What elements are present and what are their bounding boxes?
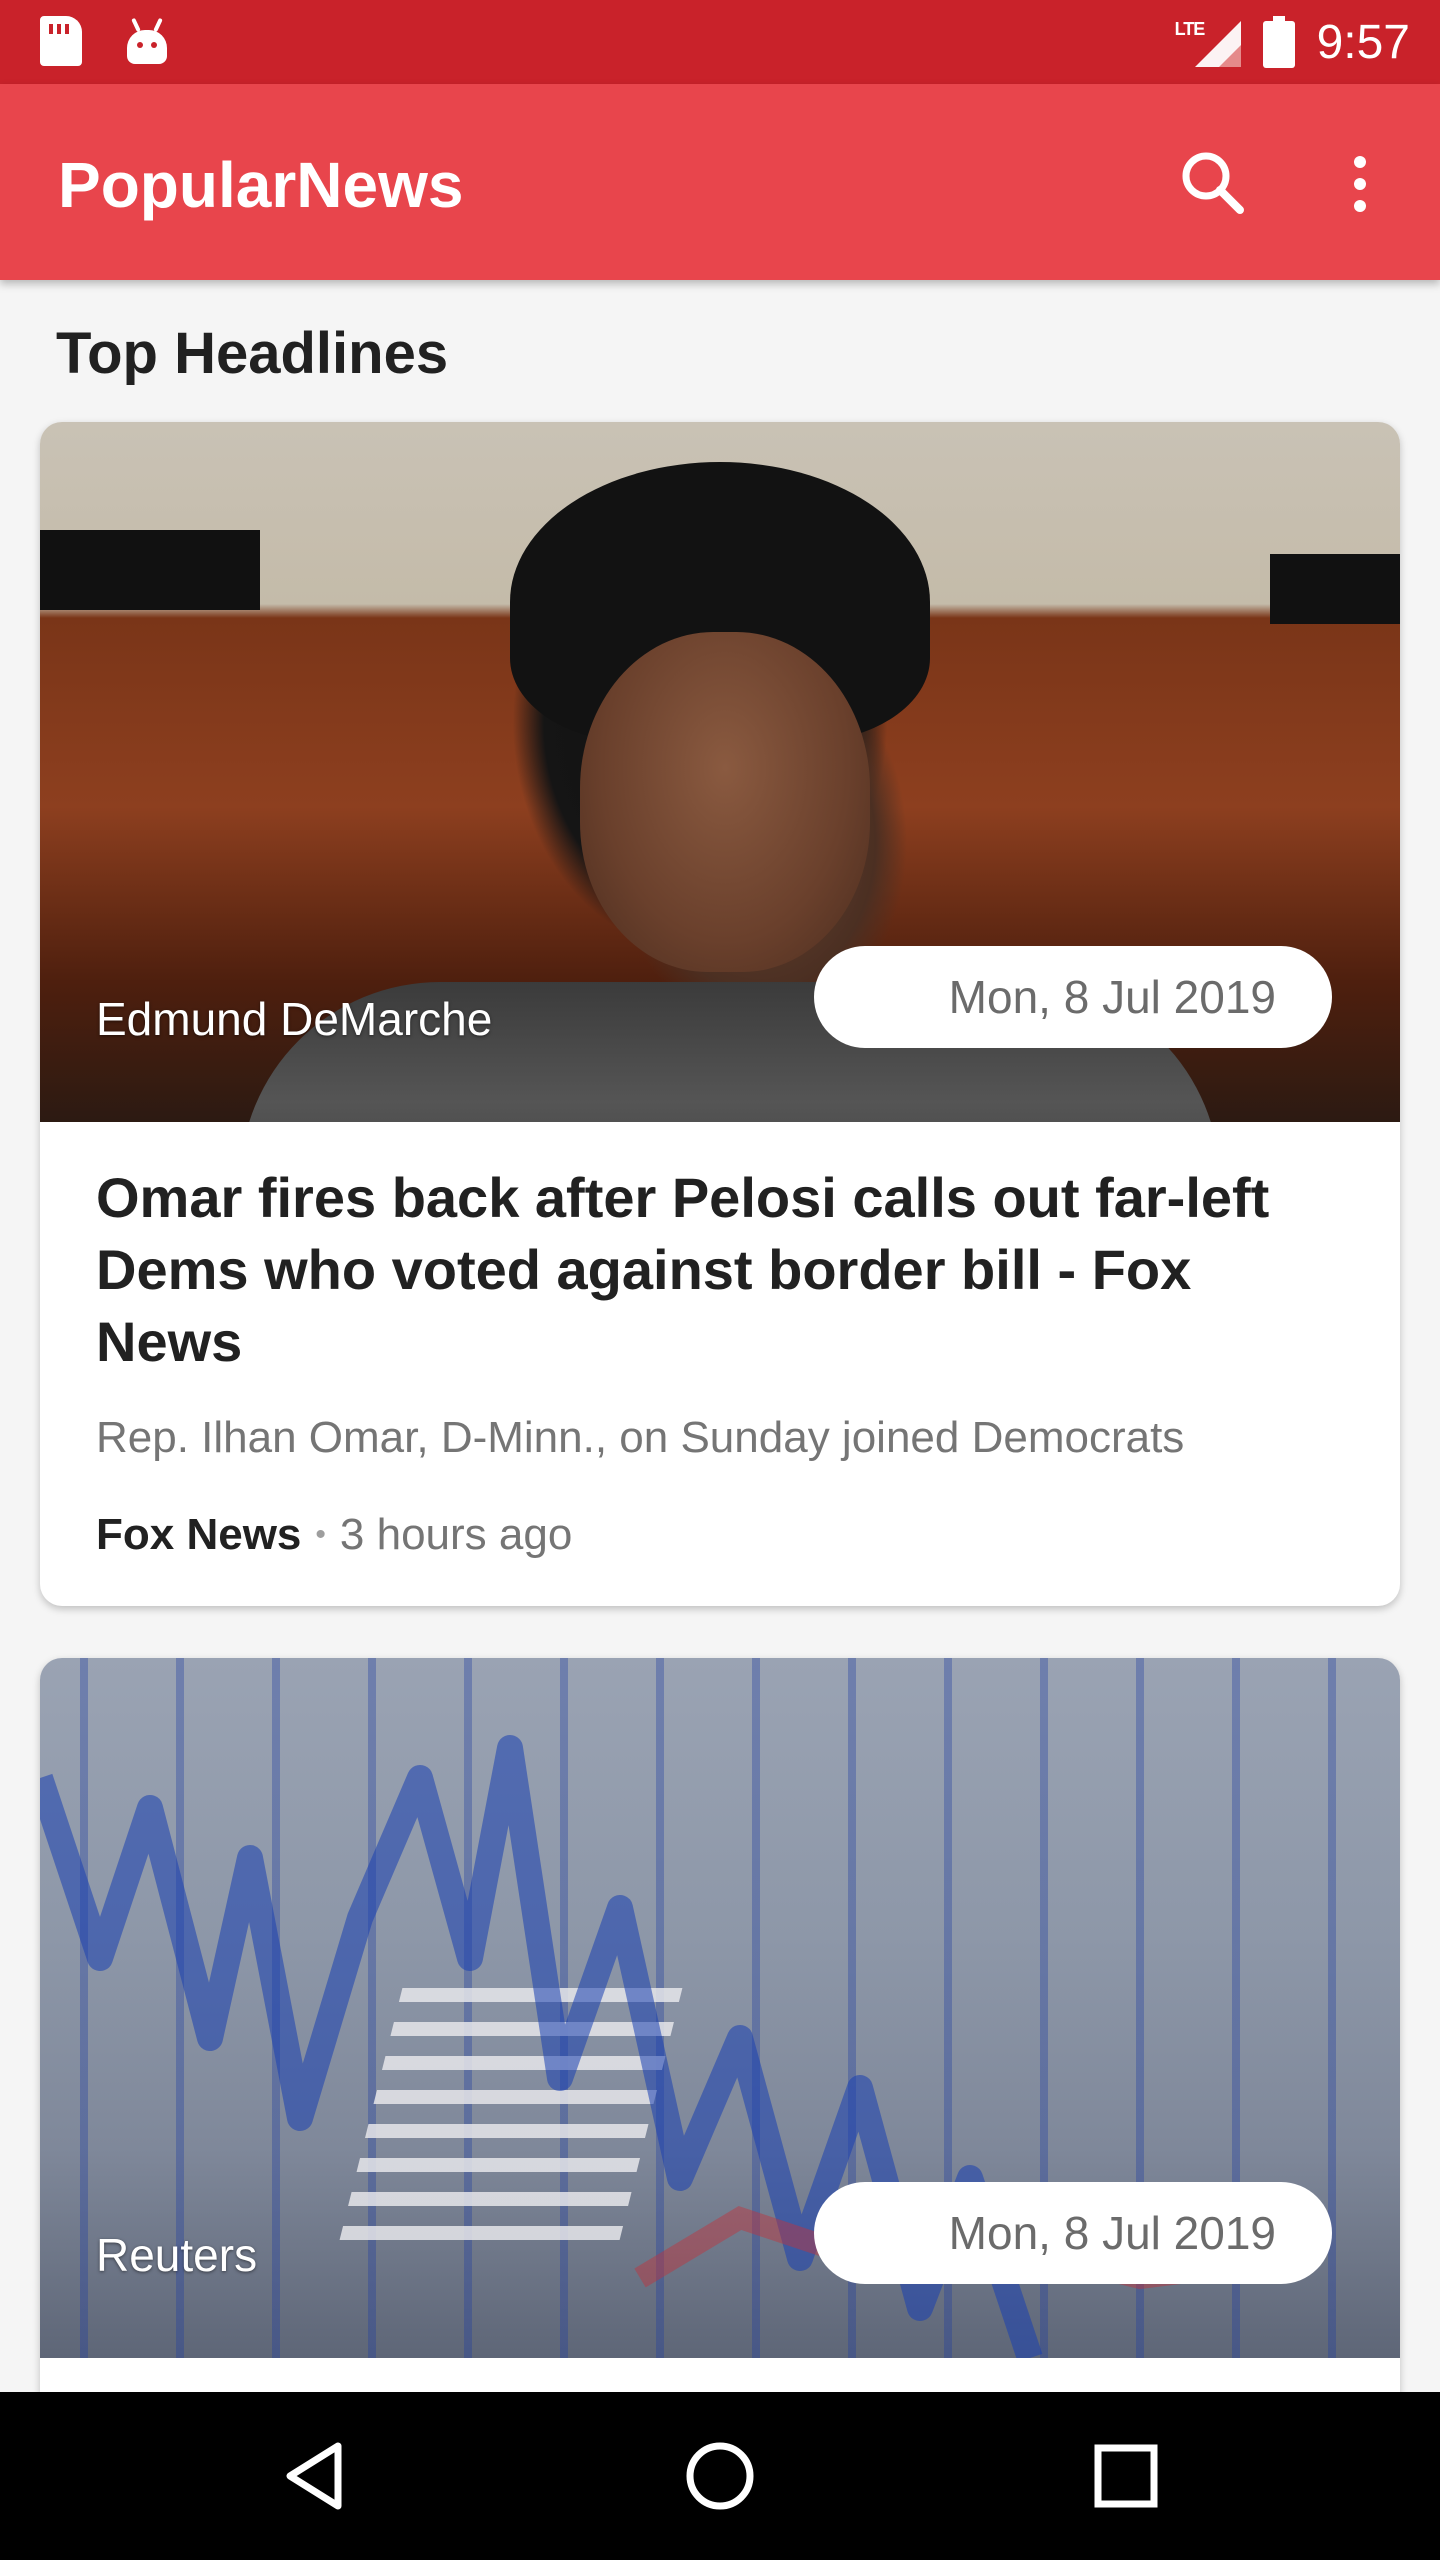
article-card[interactable]: Edmund DeMarche Mon, 8 Jul 2019 Omar fir… <box>40 422 1400 1606</box>
article-description: Rep. Ilhan Omar, D-Minn., on Sunday join… <box>96 1413 1185 1462</box>
article-meta: Fox News • 3 hours ago <box>96 1510 1336 1560</box>
signal-icon: LTE <box>1175 17 1241 67</box>
home-button[interactable] <box>680 2436 760 2516</box>
battery-icon <box>1262 16 1295 68</box>
section-title: Top Headlines <box>56 321 449 386</box>
article-author: Edmund DeMarche <box>96 993 493 1045</box>
navigation-bar <box>0 2392 1440 2560</box>
search-button[interactable] <box>1172 142 1256 226</box>
article-date-badge: Mon, 8 Jul 2019 <box>814 2182 1332 2284</box>
article-body: Omar fires back after Pelosi calls out f… <box>96 1162 1336 1560</box>
article-title: Omar fires back after Pelosi calls out f… <box>96 1166 1270 1373</box>
status-clock: 9:57 <box>1316 15 1410 69</box>
article-time-ago: 3 hours ago <box>339 1510 573 1559</box>
home-icon <box>686 2442 754 2510</box>
sd-card-icon <box>40 16 82 66</box>
app-title: PopularNews <box>58 149 464 221</box>
meta-separator: • <box>315 1518 326 1551</box>
screen: LTE 9:57 PopularNews Top Headlines Edmun… <box>0 0 1440 2560</box>
more-options-button[interactable] <box>1318 142 1402 226</box>
recents-button[interactable] <box>1086 2436 1166 2516</box>
article-date-badge: Mon, 8 Jul 2019 <box>814 946 1332 1048</box>
android-icon <box>124 16 170 66</box>
article-date: Mon, 8 Jul 2019 <box>948 971 1276 1023</box>
article-date: Mon, 8 Jul 2019 <box>948 2207 1276 2259</box>
network-type-label: LTE <box>1174 19 1206 39</box>
status-right-icons: LTE 9:57 <box>1175 10 1410 74</box>
back-button[interactable] <box>276 2436 356 2516</box>
article-author: Reuters <box>96 2229 258 2281</box>
status-bar: LTE 9:57 <box>0 0 1440 84</box>
search-icon <box>1182 152 1244 214</box>
recents-icon <box>1094 2444 1158 2508</box>
article-source: Fox News <box>96 1510 302 1559</box>
back-icon <box>286 2442 342 2510</box>
status-left-icons <box>40 16 170 66</box>
app-bar: PopularNews <box>0 84 1440 280</box>
